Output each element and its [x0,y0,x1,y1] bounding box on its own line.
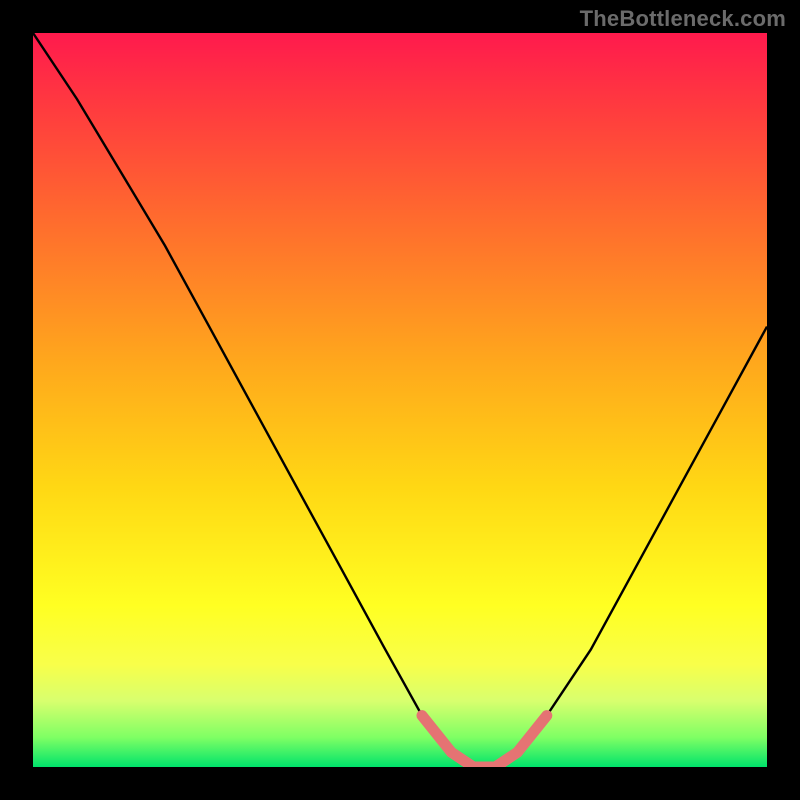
plot-area [33,33,767,767]
curve-layer [33,33,767,767]
highlight-band-path [422,716,547,767]
bottleneck-curve [33,33,767,767]
watermark-text: TheBottleneck.com [580,6,786,32]
chart-frame: TheBottleneck.com [0,0,800,800]
